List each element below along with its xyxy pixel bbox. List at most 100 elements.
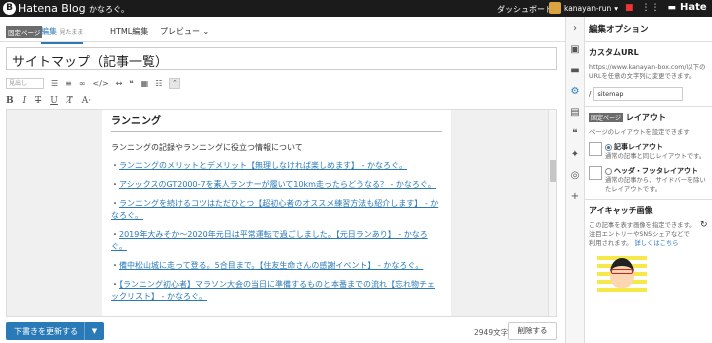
code-icon[interactable]: </> [93, 79, 109, 88]
quote-icon[interactable]: ❝ [566, 125, 584, 143]
plus-icon[interactable]: + [566, 188, 584, 206]
collapse-toolbar-button[interactable]: ⌃ [169, 78, 181, 89]
editor-area[interactable]: ランニング ランニングの記録やランニングに役立つ情報について ・ランニングのメリ… [6, 109, 557, 317]
article-link[interactable]: ランニングのメリットとデメリット【無理しなければ楽しめます】 - かなろぐ。 [119, 161, 407, 170]
panel-title: 編集オプション [589, 25, 649, 35]
layout-opt2-desc: 通常の記事から、サイドバーを除いたレイアウトです。 [605, 177, 706, 193]
layout-desc: ページのレイアウトを設定できます [589, 129, 690, 136]
layout-option-article[interactable]: 記事レイアウト 通常の記事と同じレイアウトです。 [589, 142, 708, 161]
list-item: ・ランニングを続けるコツはただひとつ【超初心者のオススメ練習方法も紹介します】 … [111, 199, 439, 220]
quote-icon[interactable]: ❝ [129, 79, 133, 88]
update-draft-button[interactable]: 下書きを更新する ▼ [6, 322, 104, 340]
edit-options-panel: 編集オプション カスタムURL https://www.kanayan-box.… [585, 17, 712, 343]
layout-section: 固定ページ レイアウト ページのレイアウトを設定できます 記事レイアウト 通常の… [585, 106, 712, 199]
glasses-illustration [611, 269, 633, 274]
custom-url-section: カスタムURL https://www.kanayan-box.com/以下のU… [585, 41, 712, 106]
underline-icon[interactable]: U [50, 96, 58, 106]
article-link[interactable]: 備中松山城に走って登る。5合目まで。【住友生命さんの感謝イベント】 - かなろぐ… [119, 261, 423, 270]
notification-icon[interactable]: ▬ [668, 3, 677, 13]
format-toolbar: 見出し ☰ ≡ ∞ </> ↔ ❝ ▦ ☷ ⌃ [6, 76, 557, 91]
italic-icon[interactable]: I [23, 96, 27, 106]
fixed-page-tag: 固定ページ [589, 113, 623, 122]
content-intro: ランニングの記録やランニングに役立つ情報について [111, 143, 303, 152]
text-color-icon[interactable]: A· [82, 96, 91, 106]
username: kanayan-run [564, 3, 612, 13]
custom-url-desc: https://www.kanayan-box.com/以下のURLを任意の文字… [589, 64, 706, 80]
eyecatch-details-link[interactable]: 詳しくはこちら [634, 240, 678, 247]
title-input[interactable]: サイトマップ（記事一覧） [6, 47, 557, 70]
layout-option-header-footer[interactable]: ヘッダ・フッタレイアウト 通常の記事から、サイドバーを除いたレイアウトです。 [589, 166, 708, 194]
chevron-down-icon: ⌄ [202, 27, 210, 36]
editor-tabs: 固定ページ 編集 見たまま HTML編集 プレビュー ⌄ [0, 17, 565, 44]
eyecatch-desc: この記事を表す画像を指定できます。注目エントリーやSNSシェアなどで利用されます… [589, 221, 708, 248]
hatena-account-link[interactable]: Hate [680, 2, 707, 13]
tab-preview-label: プレビュー [160, 27, 200, 36]
twitter-icon[interactable]: ✦ [566, 146, 584, 164]
clear-format-icon[interactable]: T̸ [67, 96, 73, 106]
article-link[interactable]: 2019年大みそか～2020年元日は平常運転で過ごしました。【元日ランあり】 -… [111, 230, 428, 251]
tab-html[interactable]: HTML編集 [110, 26, 148, 37]
hatena-logo-icon: B [3, 2, 16, 15]
heading-select[interactable]: 見出し [6, 78, 44, 89]
more-icon[interactable]: ☷ [155, 79, 162, 88]
editor-content[interactable]: ランニング ランニングの記録やランニングに役立つ情報について ・ランニングのメリ… [102, 110, 451, 316]
gear-icon[interactable]: ⚙ [566, 83, 584, 101]
hatena-blog-logo[interactable]: B Hatena Blog [3, 2, 86, 15]
reload-icon[interactable]: ↻ [700, 220, 708, 230]
article-link[interactable]: ランニングを続けるコツはただひとつ【超初心者のオススメ練習方法も紹介します】 -… [111, 199, 438, 220]
document-icon[interactable]: ▤ [566, 104, 584, 122]
list-item: ・ランニングのメリットとデメリット【無理しなければ楽しめます】 - かなろぐ。 [111, 161, 407, 170]
list-item: ・【ランニング初心者】マラソン大会の当日に準備するものと本番までの流れ【忘れ物チ… [111, 280, 435, 301]
radio-selected[interactable] [605, 143, 612, 151]
content-heading: ランニング [111, 116, 442, 132]
scrollbar-thumb[interactable] [550, 160, 556, 182]
eyecatch-image[interactable] [597, 252, 647, 292]
article-link[interactable]: 【ランニング初心者】マラソン大会の当日に準備するものと本番までの流れ【忘れ物チェ… [111, 280, 435, 301]
delete-button[interactable]: 削除する [508, 322, 557, 340]
list-item: ・備中松山城に走って登る。5合目まで。【住友生命さんの感謝イベント】 - かなろ… [111, 261, 424, 270]
avatar [549, 2, 561, 14]
eyecatch-section: アイキャッチ画像 ↻ この記事を表す画像を指定できます。注目エントリーやSNSシ… [585, 199, 712, 297]
custom-url-input[interactable]: sitemap [593, 87, 684, 101]
tab-preview[interactable]: プレビュー ⌄ [160, 26, 209, 37]
chevron-right-icon[interactable]: › [566, 20, 584, 38]
tab-edit-label: 編集 [41, 27, 57, 36]
list-item: ・アシックスのGT2000-7を素人ランナーが履いて10km走ったらどうなる？ … [111, 180, 436, 189]
bulleted-list-icon[interactable]: ☰ [51, 79, 58, 88]
custom-url-title: カスタムURL [589, 48, 639, 57]
editor-footer: 下書きを更新する ▼ 2949文字 削除する [0, 318, 565, 343]
bookmark-icon[interactable]: ■ [625, 3, 634, 13]
top-icons: ■ ⋮⋮ ▬ [625, 3, 676, 13]
strikethrough-icon[interactable]: T [35, 96, 41, 106]
table-icon[interactable]: ▦ [141, 79, 149, 88]
layout-title: レイアウト [625, 113, 666, 122]
layout-opt1-title: 記事レイアウト [614, 143, 663, 151]
blog-name-link[interactable]: かなろぐ。 [89, 4, 129, 15]
horizontal-rule-icon[interactable]: ↔ [116, 79, 123, 88]
apps-grid-icon[interactable]: ⋮⋮ [642, 3, 660, 13]
bold-icon[interactable]: B [6, 96, 14, 106]
photo-icon[interactable]: ▣ [566, 41, 584, 59]
folder-icon[interactable]: ▬ [566, 62, 584, 80]
numbered-list-icon[interactable]: ≡ [65, 79, 72, 88]
list-item: ・2019年大みそか～2020年元日は平常運転で過ごしました。【元日ランあり】 … [111, 230, 428, 251]
editor-scrollbar[interactable] [548, 110, 556, 316]
text-format-toolbar: B I T U T̸ A· [6, 93, 557, 108]
chevron-down-icon[interactable]: ▼ [84, 322, 104, 340]
tab-edit-sub: 見たまま [59, 29, 84, 36]
char-count: 2949文字 [474, 328, 509, 337]
user-menu[interactable]: kanayan-run ▾ [549, 2, 618, 14]
article-link[interactable]: アシックスのGT2000-7を素人ランナーが履いて10km走ったらどうなる？ -… [119, 180, 436, 189]
logo-text: Hatena Blog [18, 2, 86, 15]
instagram-icon[interactable]: ◎ [566, 167, 584, 185]
tab-edit[interactable]: 編集 見たまま [41, 26, 84, 44]
layout-thumbnail-icon [589, 142, 602, 156]
layout-thumbnail-icon [589, 166, 602, 180]
radio-unselected[interactable] [605, 167, 612, 175]
chevron-down-icon: ▾ [614, 3, 619, 13]
fixed-page-badge: 固定ページ [6, 26, 43, 38]
dashboard-link[interactable]: ダッシュボード [497, 4, 553, 15]
link-icon[interactable]: ∞ [79, 79, 86, 88]
layout-opt2-title: ヘッダ・フッタレイアウト [614, 167, 698, 175]
layout-header: 固定ページ レイアウト [589, 112, 708, 123]
